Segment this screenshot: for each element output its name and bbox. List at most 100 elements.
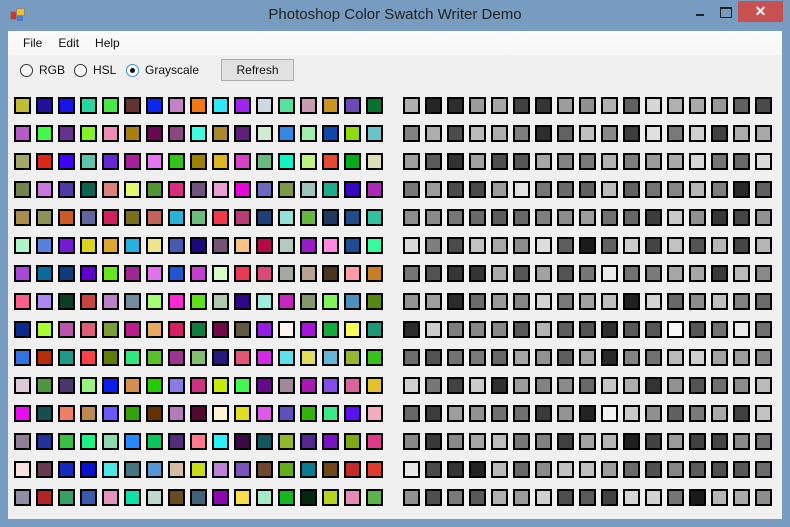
radio-grayscale[interactable]: Grayscale xyxy=(126,63,199,77)
color-swatch[interactable] xyxy=(366,489,383,506)
color-swatch[interactable] xyxy=(322,209,339,226)
color-swatch[interactable] xyxy=(80,321,97,338)
grayscale-swatch[interactable] xyxy=(513,265,530,282)
color-swatch[interactable] xyxy=(124,97,141,114)
grayscale-swatch[interactable] xyxy=(579,433,596,450)
color-swatch[interactable] xyxy=(80,377,97,394)
color-swatch[interactable] xyxy=(366,321,383,338)
grayscale-swatch[interactable] xyxy=(733,153,750,170)
color-swatch[interactable] xyxy=(36,97,53,114)
grayscale-swatch[interactable] xyxy=(623,461,640,478)
grayscale-swatch[interactable] xyxy=(447,153,464,170)
grayscale-swatch[interactable] xyxy=(557,125,574,142)
color-swatch[interactable] xyxy=(278,349,295,366)
color-swatch[interactable] xyxy=(58,97,75,114)
grayscale-swatch[interactable] xyxy=(557,433,574,450)
color-swatch[interactable] xyxy=(80,461,97,478)
grayscale-swatch[interactable] xyxy=(469,209,486,226)
grayscale-swatch[interactable] xyxy=(601,97,618,114)
color-swatch[interactable] xyxy=(344,433,361,450)
grayscale-swatch[interactable] xyxy=(447,405,464,422)
color-swatch[interactable] xyxy=(58,489,75,506)
color-swatch[interactable] xyxy=(256,405,273,422)
color-swatch[interactable] xyxy=(168,181,185,198)
grayscale-swatch[interactable] xyxy=(535,377,552,394)
grayscale-swatch[interactable] xyxy=(447,97,464,114)
color-swatch[interactable] xyxy=(300,97,317,114)
color-swatch[interactable] xyxy=(256,349,273,366)
grayscale-swatch[interactable] xyxy=(535,349,552,366)
grayscale-swatch[interactable] xyxy=(469,153,486,170)
grayscale-swatch[interactable] xyxy=(425,433,442,450)
grayscale-swatch[interactable] xyxy=(733,377,750,394)
grayscale-swatch[interactable] xyxy=(667,209,684,226)
grayscale-swatch[interactable] xyxy=(689,293,706,310)
color-swatch[interactable] xyxy=(190,349,207,366)
color-swatch[interactable] xyxy=(322,349,339,366)
color-swatch[interactable] xyxy=(278,433,295,450)
grayscale-swatch[interactable] xyxy=(579,97,596,114)
close-button[interactable]: ✕ xyxy=(738,1,783,22)
color-swatch[interactable] xyxy=(190,125,207,142)
grayscale-swatch[interactable] xyxy=(513,489,530,506)
grayscale-swatch[interactable] xyxy=(733,489,750,506)
grayscale-swatch[interactable] xyxy=(623,209,640,226)
grayscale-swatch[interactable] xyxy=(447,209,464,226)
grayscale-swatch[interactable] xyxy=(579,293,596,310)
color-swatch[interactable] xyxy=(344,293,361,310)
color-swatch[interactable] xyxy=(58,349,75,366)
color-swatch[interactable] xyxy=(366,237,383,254)
color-swatch[interactable] xyxy=(102,97,119,114)
color-swatch[interactable] xyxy=(102,237,119,254)
color-swatch[interactable] xyxy=(36,349,53,366)
color-swatch[interactable] xyxy=(234,237,251,254)
grayscale-swatch[interactable] xyxy=(447,237,464,254)
color-swatch[interactable] xyxy=(36,293,53,310)
color-swatch[interactable] xyxy=(80,293,97,310)
grayscale-swatch[interactable] xyxy=(491,97,508,114)
grayscale-swatch[interactable] xyxy=(557,265,574,282)
grayscale-swatch[interactable] xyxy=(403,181,420,198)
color-swatch[interactable] xyxy=(366,377,383,394)
grayscale-swatch[interactable] xyxy=(755,209,772,226)
grayscale-swatch[interactable] xyxy=(733,321,750,338)
grayscale-swatch[interactable] xyxy=(755,153,772,170)
grayscale-swatch[interactable] xyxy=(667,265,684,282)
color-swatch[interactable] xyxy=(190,209,207,226)
color-swatch[interactable] xyxy=(344,153,361,170)
color-swatch[interactable] xyxy=(58,153,75,170)
grayscale-swatch[interactable] xyxy=(579,209,596,226)
grayscale-swatch[interactable] xyxy=(711,209,728,226)
color-swatch[interactable] xyxy=(190,153,207,170)
grayscale-swatch[interactable] xyxy=(667,377,684,394)
grayscale-swatch[interactable] xyxy=(535,405,552,422)
grayscale-swatch[interactable] xyxy=(447,377,464,394)
grayscale-swatch[interactable] xyxy=(535,237,552,254)
grayscale-swatch[interactable] xyxy=(425,349,442,366)
grayscale-swatch[interactable] xyxy=(601,321,618,338)
color-swatch[interactable] xyxy=(168,293,185,310)
grayscale-swatch[interactable] xyxy=(645,125,662,142)
grayscale-swatch[interactable] xyxy=(425,461,442,478)
color-swatch[interactable] xyxy=(322,237,339,254)
color-swatch[interactable] xyxy=(256,293,273,310)
grayscale-swatch[interactable] xyxy=(711,489,728,506)
color-swatch[interactable] xyxy=(146,237,163,254)
grayscale-swatch[interactable] xyxy=(513,153,530,170)
color-swatch[interactable] xyxy=(36,237,53,254)
grayscale-swatch[interactable] xyxy=(557,293,574,310)
color-swatch[interactable] xyxy=(278,321,295,338)
grayscale-swatch[interactable] xyxy=(711,461,728,478)
grayscale-swatch[interactable] xyxy=(491,405,508,422)
color-swatch[interactable] xyxy=(124,153,141,170)
grayscale-swatch[interactable] xyxy=(579,349,596,366)
color-swatch[interactable] xyxy=(168,125,185,142)
color-swatch[interactable] xyxy=(234,461,251,478)
color-swatch[interactable] xyxy=(278,181,295,198)
grayscale-swatch[interactable] xyxy=(535,461,552,478)
color-swatch[interactable] xyxy=(366,97,383,114)
color-swatch[interactable] xyxy=(344,377,361,394)
grayscale-swatch[interactable] xyxy=(579,321,596,338)
grayscale-swatch[interactable] xyxy=(425,405,442,422)
grayscale-swatch[interactable] xyxy=(403,293,420,310)
